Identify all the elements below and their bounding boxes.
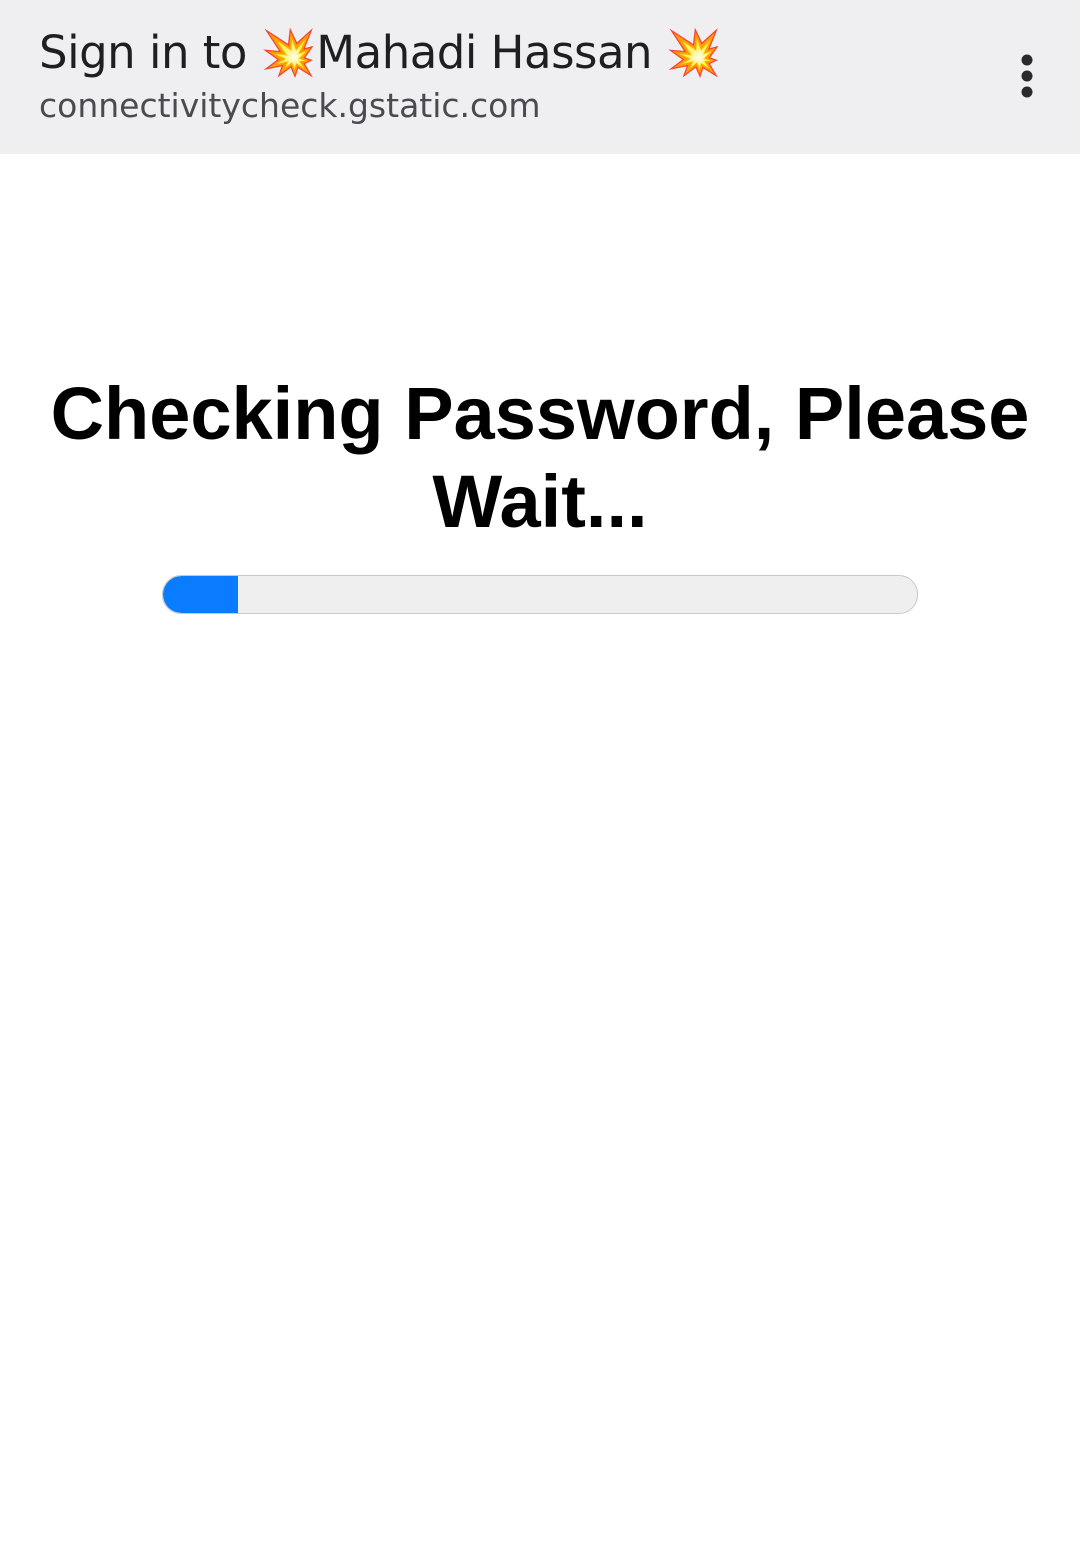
- page-title: Sign in to 💥Mahadi Hassan 💥: [39, 26, 722, 79]
- captive-portal-header: Sign in to 💥Mahadi Hassan 💥 connectivity…: [0, 0, 1080, 154]
- progress-bar: [162, 575, 918, 614]
- page-url: connectivitycheck.gstatic.com: [39, 86, 541, 125]
- progress-bar-fill: [163, 576, 239, 613]
- status-heading: Checking Password, Please Wait...: [50, 372, 1030, 543]
- overflow-menu-button[interactable]: [1002, 50, 1052, 104]
- more-vert-icon: [1021, 54, 1033, 98]
